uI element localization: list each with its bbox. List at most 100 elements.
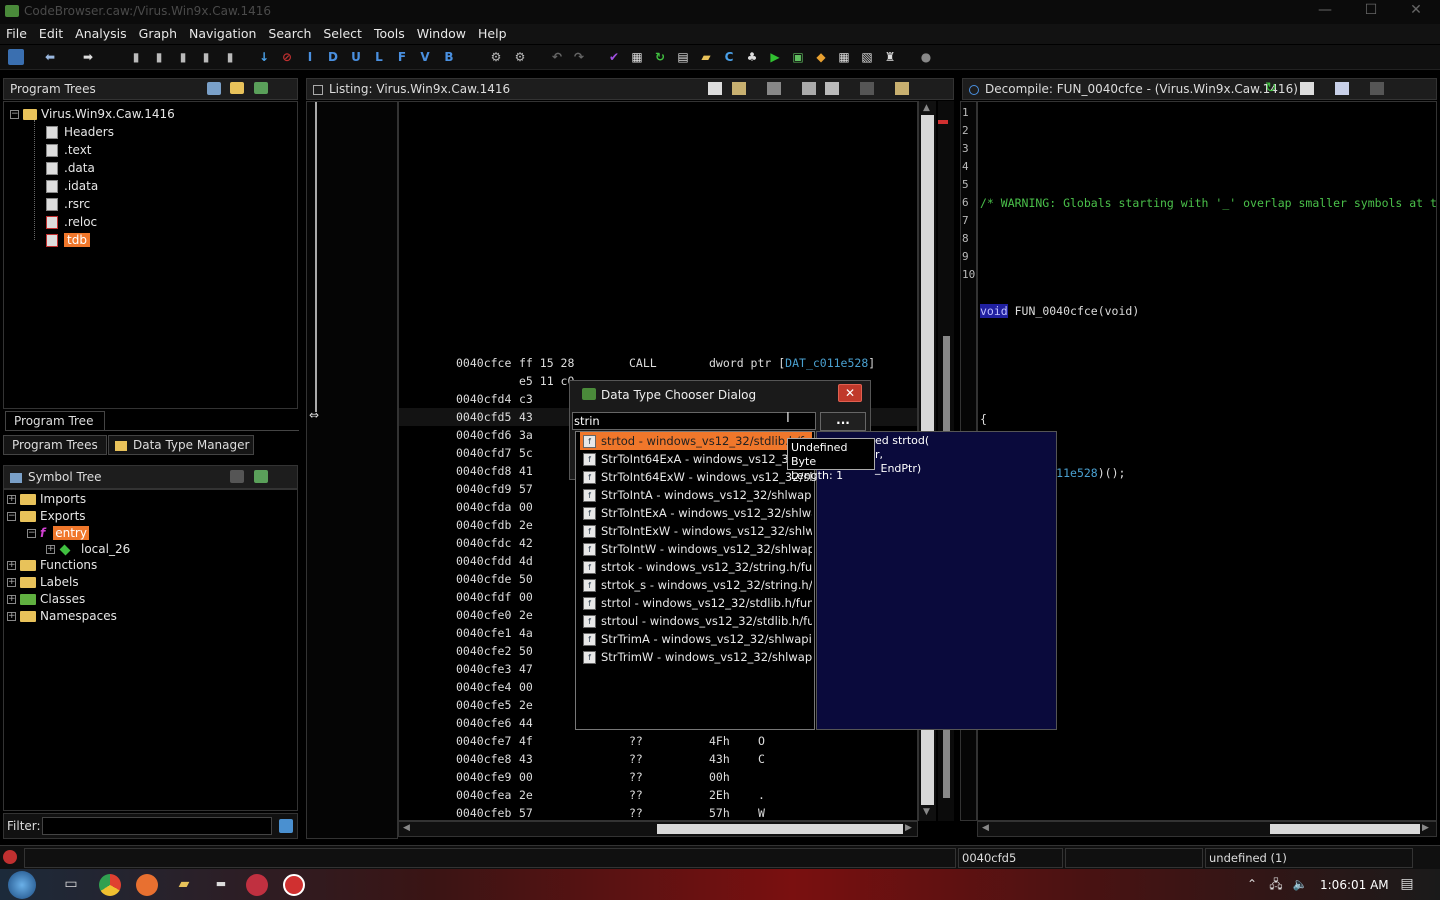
collapse-icon[interactable]: − (7, 512, 16, 521)
tree-item-rsrc[interactable]: .rsrc (46, 195, 90, 213)
tree-item-reloc[interactable]: .reloc (46, 213, 97, 231)
menu-graph[interactable]: Graph (133, 24, 183, 41)
filter-options-icon[interactable] (279, 819, 293, 833)
refresh-icon[interactable]: ↻ (652, 49, 668, 65)
completion-item[interactable]: f strtol - windows_vs12_32/stdlib.h/funct… (580, 594, 812, 612)
operand-reference[interactable]: DAT_c011e528 (785, 356, 868, 370)
completion-item[interactable]: f strtok - windows_vs12_32/string.h/funct… (580, 558, 812, 576)
expand-icon[interactable]: + (46, 545, 55, 554)
maximize-button[interactable]: ☐ (1349, 0, 1393, 22)
filter-input[interactable] (42, 817, 272, 835)
toolbar-letter-i[interactable]: I (302, 49, 318, 65)
open-tree-icon[interactable] (207, 82, 221, 95)
tool-icon-2[interactable]: ⚙ (512, 49, 528, 65)
collapse-icon[interactable]: − (10, 110, 19, 119)
completion-item[interactable]: f StrToIntExA - windows_vs12_32/shlwapi.h… (580, 504, 812, 522)
cursor-icon[interactable] (767, 82, 781, 95)
tab-data-type-manager[interactable]: Data Type Manager (108, 435, 254, 455)
completion-item[interactable]: f StrToIntA - windows_vs12_32/shlwapi.h/f… (580, 486, 812, 504)
tab-program-tree[interactable]: Program Tree (5, 411, 105, 431)
new-symbol-icon[interactable] (230, 470, 244, 483)
tree-item-text[interactable]: .text (46, 141, 92, 159)
symbol-imports[interactable]: + Imports (7, 490, 86, 508)
hscroll-thumb[interactable] (1270, 824, 1420, 834)
bytes-icon[interactable]: ▤ (675, 49, 691, 65)
app-icon[interactable] (246, 874, 268, 896)
toolbar-letter-b[interactable]: B (441, 49, 457, 65)
export-icon[interactable] (254, 82, 268, 94)
diamond-icon[interactable]: ◆ (813, 49, 829, 65)
symbol-labels[interactable]: + Labels (7, 573, 79, 591)
flow-icon[interactable] (825, 82, 839, 95)
completion-item[interactable]: f StrToIntExW - windows_vs12_32/shlwapi.h… (580, 522, 812, 540)
ghidra-task-icon[interactable] (283, 874, 305, 896)
save-icon[interactable] (8, 49, 24, 65)
paste-icon[interactable] (732, 82, 746, 95)
data-type-search-input[interactable] (572, 412, 816, 430)
symbol-functions[interactable]: + Functions (7, 556, 97, 574)
table-icon[interactable]: ▦ (836, 49, 852, 65)
splitter-handle-icon[interactable]: ⇔ (309, 408, 319, 422)
tree-item-data[interactable]: .data (46, 159, 95, 177)
scroll-left-icon[interactable]: ◀ (403, 823, 410, 833)
scroll-right-icon[interactable]: ▶ (1422, 823, 1429, 833)
firefox-icon[interactable] (136, 874, 158, 896)
network-icon[interactable]: 🖧 (1264, 873, 1288, 895)
clock[interactable]: 1:06:01 AM (1320, 878, 1389, 892)
graph-icon[interactable]: ♣ (744, 49, 760, 65)
menu-search[interactable]: Search (262, 24, 317, 41)
toolbar-letter-u[interactable]: U (348, 49, 364, 65)
notification-icon[interactable]: ▤ (1395, 873, 1419, 895)
script-icon[interactable]: ▣ (790, 49, 806, 65)
forward-arrow-icon[interactable]: ➡ (80, 49, 96, 65)
tray-chevron-icon[interactable]: ⌃ (1240, 873, 1264, 895)
tree-item-headers[interactable]: Headers (46, 123, 114, 141)
fields-icon[interactable] (802, 82, 816, 95)
scroll-down-icon[interactable]: ▼ (923, 807, 930, 817)
chrome-icon[interactable] (99, 874, 121, 896)
task-view-icon[interactable]: ▭ (59, 873, 83, 895)
menu-analysis[interactable]: Analysis (69, 24, 133, 41)
collapse-icon[interactable]: − (27, 529, 36, 538)
symbol-exports[interactable]: − Exports (7, 507, 86, 525)
folder-open-icon[interactable] (230, 82, 244, 94)
symbol-classes[interactable]: + Classes (7, 590, 85, 608)
run-icon[interactable]: ▶ (767, 49, 783, 65)
tool-icon[interactable]: ⚙ (488, 49, 504, 65)
undo-icon[interactable]: ↶ (549, 49, 565, 65)
back-arrow-icon[interactable]: ⬅ (42, 49, 58, 65)
file-explorer-icon[interactable]: ▰ (172, 873, 196, 895)
expand-icon[interactable]: + (7, 595, 16, 604)
toolbar-letter-v[interactable]: V (417, 49, 433, 65)
completion-item[interactable]: f StrToInt64ExA - windows_vs12_32/shlwapi… (580, 450, 812, 468)
check-icon[interactable]: ✔ (606, 49, 622, 65)
image-icon[interactable]: ▧ (859, 49, 875, 65)
completion-item[interactable]: f StrTrimA - windows_vs12_32/shlwapi.h/fu… (580, 630, 812, 648)
menu-tools[interactable]: Tools (368, 24, 411, 41)
toolbar-letter-d[interactable]: D (325, 49, 341, 65)
close-button[interactable]: ✕ (1394, 0, 1438, 22)
expand-icon[interactable]: + (7, 561, 16, 570)
completion-item[interactable]: f StrToInt64ExW - windows_vs12_32/shlwapi… (580, 468, 812, 486)
completion-item[interactable]: f StrToIntW - windows_vs12_32/shlwapi.h/f… (580, 540, 812, 558)
minimize-button[interactable]: — (1303, 0, 1347, 22)
snapshot-icon[interactable] (860, 82, 874, 95)
volume-icon[interactable]: 🔈 (1288, 873, 1312, 895)
scroll-up-icon[interactable]: ▲ (923, 103, 930, 113)
memory-icon[interactable]: ▦ (629, 49, 645, 65)
menu-help[interactable]: Help (472, 24, 513, 41)
terminal-icon[interactable]: ▬ (209, 873, 233, 895)
expand-icon[interactable]: + (7, 495, 16, 504)
copy-decompile-icon[interactable] (1300, 82, 1314, 95)
symbol-namespaces[interactable]: + Namespaces (7, 607, 117, 625)
tree-item-tdb[interactable]: tdb (46, 231, 90, 249)
tree-item-idata[interactable]: .idata (46, 177, 98, 195)
browse-button[interactable]: ... (820, 412, 866, 431)
toolbar-letter-l[interactable]: L (371, 49, 387, 65)
refresh-decompile-icon[interactable]: ↻ (1265, 80, 1277, 96)
menu-file[interactable]: File (0, 24, 33, 41)
menu-select[interactable]: Select (317, 24, 368, 41)
menu-navigation[interactable]: Navigation (183, 24, 262, 41)
completion-item[interactable]: f strtok_s - windows_vs12_32/string.h/fun… (580, 576, 812, 594)
expand-icon[interactable]: + (7, 612, 16, 621)
